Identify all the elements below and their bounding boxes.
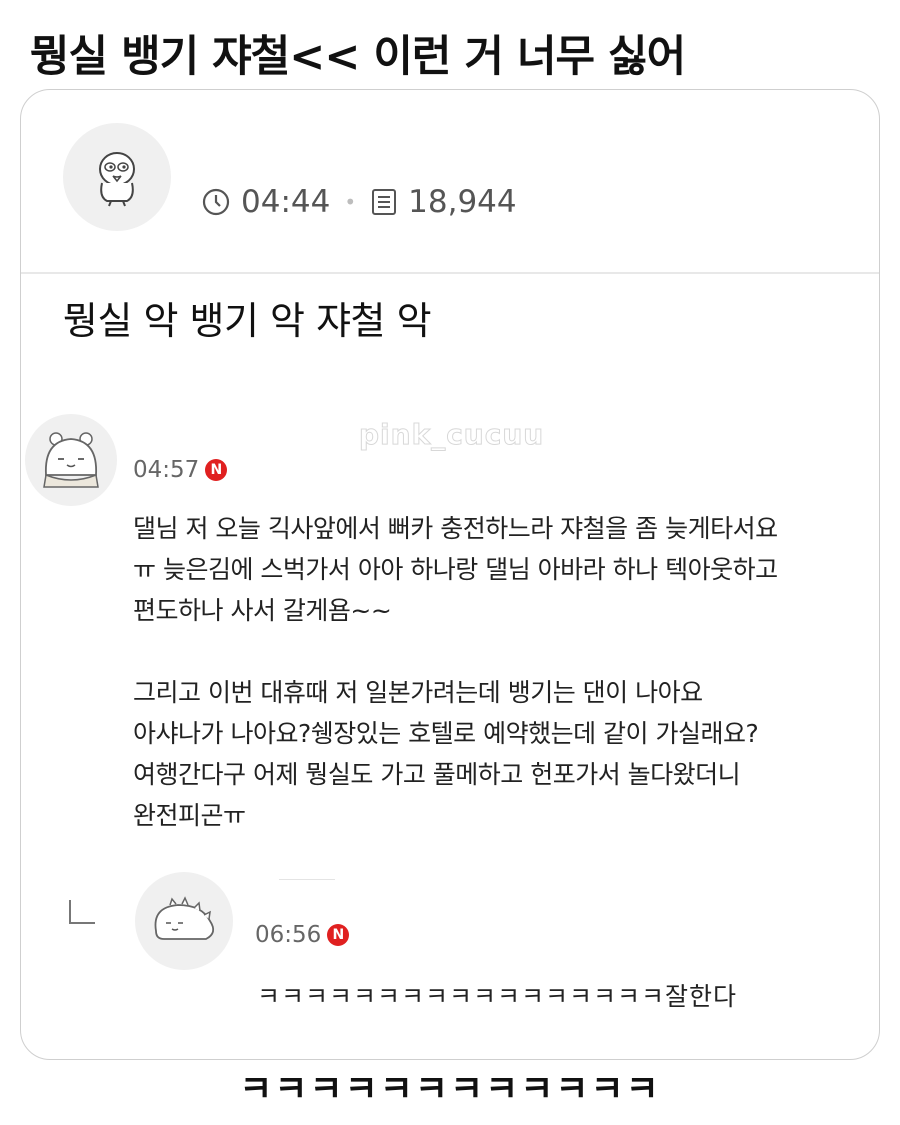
comment-line: 아샤나가 나아요?쉥장있는 호텔로 예약했는데 같이 가실래요? (133, 719, 759, 748)
new-badge: N (205, 459, 228, 481)
comment-body: 댈님 저 오늘 긱사앞에서 뻐카 충전하느라 쟈철을 좀 늦게타서요 ㅠ 늦은김… (133, 508, 873, 836)
comment-time: 04:57 (133, 457, 200, 483)
comment-line: 편도하나 사서 갈게욤~~ (133, 596, 392, 625)
comment-time-row: 04:57 N (133, 457, 228, 483)
post-meta: 04:44 • 18,944 (201, 182, 517, 222)
page-title: 뭥실 뱅기 쟈철<< 이런 거 너무 싫어 (30, 32, 686, 82)
header-divider (21, 272, 879, 274)
comment-line: 그리고 이번 대휴때 저 일본가려는데 뱅기는 댄이 나아요 (133, 678, 703, 707)
reply-body: ㅋㅋㅋㅋㅋㅋㅋㅋㅋㅋㅋㅋㅋㅋㅋㅋㅋ잘한다 (257, 982, 738, 1011)
comment-line: ㅠ 늦은김에 스벅가서 아아 하나랑 댈님 아바라 하나 텍아웃하고 (133, 555, 778, 584)
author-avatar[interactable] (63, 123, 171, 231)
reply-avatar[interactable] (135, 872, 233, 970)
post-time: 04:44 (241, 184, 331, 220)
new-badge: N (327, 924, 350, 946)
watermark: pink_cucuu (358, 418, 545, 452)
comment-line: 여행간다구 어제 뭥실도 가고 풀메하고 헌포가서 놀다왔더니 (133, 760, 741, 789)
document-icon (370, 187, 398, 217)
faint-divider (279, 879, 335, 880)
reply-time-row: 06:56 N (255, 922, 350, 948)
character-avatar-icon (99, 152, 135, 207)
post-card: 04:44 • 18,944 뭥실 악 뱅기 악 쟈철 악 pink_cucuu… (20, 89, 880, 1060)
bottom-caption: ㅋㅋㅋㅋㅋㅋㅋㅋㅋㅋㅋㅋ (239, 1069, 661, 1110)
meta-separator: • (344, 190, 357, 214)
comment-line: 완전피곤ㅠ (133, 801, 246, 830)
clock-icon (201, 187, 231, 217)
comment-line: 댈님 저 오늘 긱사앞에서 뻐카 충전하느라 쟈철을 좀 늦게타서요 (133, 514, 778, 543)
reply-arrow-icon (69, 900, 95, 924)
view-count: 18,944 (408, 184, 517, 220)
reply-time: 06:56 (255, 922, 322, 948)
post-title: 뭥실 악 뱅기 악 쟈철 악 (63, 299, 432, 343)
commenter-avatar[interactable] (25, 414, 117, 506)
dinosaur-avatar-icon (154, 896, 215, 940)
hamster-avatar-icon (43, 432, 99, 488)
